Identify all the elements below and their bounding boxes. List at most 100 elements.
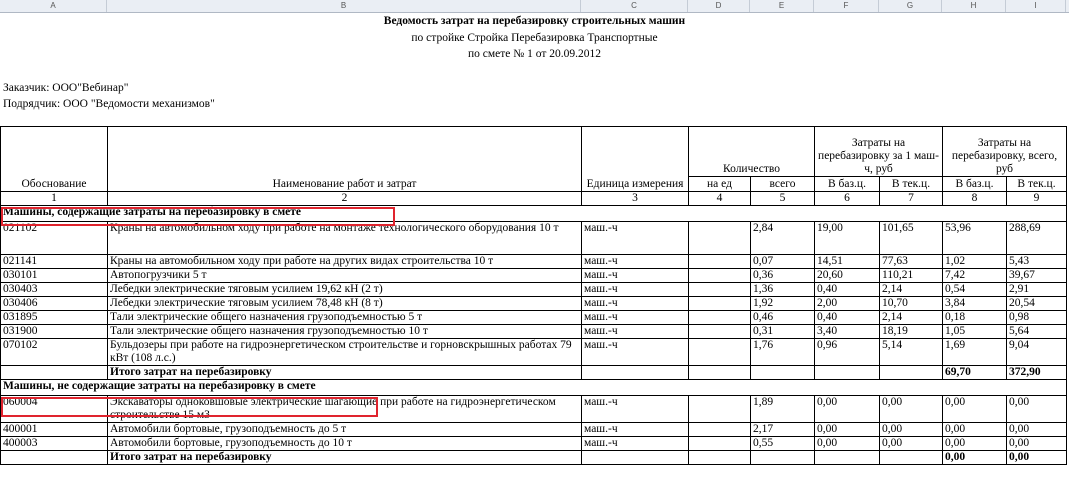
- column-number-cell[interactable]: 6: [814, 191, 880, 206]
- name-cell[interactable]: Бульдозеры при работе на гидроэнергетиче…: [107, 338, 582, 366]
- unit-cell[interactable]: маш.-ч: [581, 436, 689, 451]
- qty-total-cell[interactable]: 0,07: [750, 254, 815, 269]
- unit-cell[interactable]: маш.-ч: [581, 310, 689, 325]
- unit-cell[interactable]: маш.-ч: [581, 268, 689, 283]
- cost-base-per-hour-cell[interactable]: 2,00: [814, 296, 880, 311]
- cost-base-per-hour-cell[interactable]: 0,00: [814, 395, 880, 423]
- code-cell[interactable]: 400003: [0, 436, 108, 451]
- qty-total-cell[interactable]: 1,89: [750, 395, 815, 423]
- total-empty-cell[interactable]: [879, 365, 943, 380]
- column-number-cell[interactable]: 2: [107, 191, 582, 206]
- unit-cell[interactable]: маш.-ч: [581, 282, 689, 297]
- qty-per-unit-cell[interactable]: [688, 254, 751, 269]
- qty-per-unit-cell[interactable]: [688, 422, 751, 437]
- name-cell[interactable]: Автомобили бортовые, грузоподъемность до…: [107, 436, 582, 451]
- code-cell[interactable]: 031895: [0, 310, 108, 325]
- cost-current-total-cell[interactable]: 20,54: [1006, 296, 1067, 311]
- cost-base-per-hour-cell[interactable]: 3,40: [814, 324, 880, 339]
- qty-total-cell[interactable]: 2,17: [750, 422, 815, 437]
- column-letter-f[interactable]: F: [814, 0, 879, 12]
- name-cell[interactable]: Автомобили бортовые, грузоподъемность до…: [107, 422, 582, 437]
- total-label-cell[interactable]: Итого затрат на перебазировку: [107, 450, 582, 465]
- column-letter-a[interactable]: A: [0, 0, 107, 12]
- column-letter-h[interactable]: H: [942, 0, 1006, 12]
- column-letter-b[interactable]: B: [107, 0, 581, 12]
- cost-base-per-hour-cell[interactable]: 14,51: [814, 254, 880, 269]
- unit-cell[interactable]: маш.-ч: [581, 338, 689, 366]
- qty-per-unit-cell[interactable]: [688, 310, 751, 325]
- cost-current-total-cell[interactable]: 288,69: [1006, 221, 1067, 255]
- column-number-cell[interactable]: 7: [879, 191, 943, 206]
- cost-current-total-cell[interactable]: 0,00: [1006, 436, 1067, 451]
- unit-cell[interactable]: маш.-ч: [581, 221, 689, 255]
- column-letter-e[interactable]: E: [750, 0, 814, 12]
- code-cell[interactable]: 030406: [0, 296, 108, 311]
- qty-per-unit-cell[interactable]: [688, 282, 751, 297]
- cost-current-total-cell[interactable]: 0,98: [1006, 310, 1067, 325]
- name-cell[interactable]: Краны на автомобильном ходу при работе н…: [107, 254, 582, 269]
- cost-base-total-cell[interactable]: 0,18: [942, 310, 1007, 325]
- section-heading[interactable]: Машины, содержащие затраты на перебазиро…: [0, 205, 1067, 222]
- total-empty-cell[interactable]: [581, 450, 689, 465]
- column-letter-g[interactable]: G: [879, 0, 942, 12]
- name-cell[interactable]: Лебедки электрические тяговым усилием 19…: [107, 282, 582, 297]
- unit-cell[interactable]: маш.-ч: [581, 395, 689, 423]
- qty-per-unit-cell[interactable]: [688, 296, 751, 311]
- total-empty-cell[interactable]: [750, 365, 815, 380]
- qty-total-cell[interactable]: 1,92: [750, 296, 815, 311]
- name-cell[interactable]: Тали электрические общего назначения гру…: [107, 324, 582, 339]
- cost-current-per-hour-cell[interactable]: 77,63: [879, 254, 943, 269]
- name-cell[interactable]: Тали электрические общего назначения гру…: [107, 310, 582, 325]
- cost-base-total-cell[interactable]: 7,42: [942, 268, 1007, 283]
- cost-base-per-hour-cell[interactable]: 0,40: [814, 310, 880, 325]
- code-cell[interactable]: 021102: [0, 221, 108, 255]
- cost-base-total-cell[interactable]: 0,54: [942, 282, 1007, 297]
- qty-per-unit-cell[interactable]: [688, 338, 751, 366]
- code-cell[interactable]: 030101: [0, 268, 108, 283]
- code-cell[interactable]: 030403: [0, 282, 108, 297]
- column-number-cell[interactable]: 4: [688, 191, 751, 206]
- total-empty-cell[interactable]: [688, 450, 751, 465]
- total-empty-cell[interactable]: [750, 450, 815, 465]
- name-cell[interactable]: Лебедки электрические тяговым усилием 78…: [107, 296, 582, 311]
- name-cell[interactable]: Экскаваторы одноковшовые электрические ш…: [107, 395, 582, 423]
- qty-total-cell[interactable]: 0,46: [750, 310, 815, 325]
- total-base-cell[interactable]: 0,00: [942, 450, 1007, 465]
- cost-base-per-hour-cell[interactable]: 20,60: [814, 268, 880, 283]
- cost-current-total-cell[interactable]: 39,67: [1006, 268, 1067, 283]
- qty-per-unit-cell[interactable]: [688, 324, 751, 339]
- cost-base-total-cell[interactable]: 0,00: [942, 422, 1007, 437]
- unit-cell[interactable]: маш.-ч: [581, 324, 689, 339]
- cost-base-per-hour-cell[interactable]: 0,40: [814, 282, 880, 297]
- qty-total-cell[interactable]: 0,55: [750, 436, 815, 451]
- total-code-cell[interactable]: [0, 365, 108, 380]
- cost-current-per-hour-cell[interactable]: 101,65: [879, 221, 943, 255]
- column-letter-i[interactable]: I: [1006, 0, 1066, 12]
- cost-base-per-hour-cell[interactable]: 0,96: [814, 338, 880, 366]
- cost-current-per-hour-cell[interactable]: 0,00: [879, 422, 943, 437]
- cost-base-total-cell[interactable]: 1,05: [942, 324, 1007, 339]
- qty-per-unit-cell[interactable]: [688, 395, 751, 423]
- column-number-cell[interactable]: 1: [0, 191, 108, 206]
- cost-base-total-cell[interactable]: 1,02: [942, 254, 1007, 269]
- column-letter-d[interactable]: D: [688, 0, 750, 12]
- code-cell[interactable]: 060004: [0, 395, 108, 423]
- cost-base-per-hour-cell[interactable]: 0,00: [814, 436, 880, 451]
- column-number-cell[interactable]: 3: [581, 191, 689, 206]
- cost-current-per-hour-cell[interactable]: 18,19: [879, 324, 943, 339]
- code-cell[interactable]: 021141: [0, 254, 108, 269]
- cost-base-total-cell[interactable]: 53,96: [942, 221, 1007, 255]
- qty-per-unit-cell[interactable]: [688, 221, 751, 255]
- unit-cell[interactable]: маш.-ч: [581, 254, 689, 269]
- cost-base-total-cell[interactable]: 0,00: [942, 395, 1007, 423]
- code-cell[interactable]: 031900: [0, 324, 108, 339]
- cost-base-total-cell[interactable]: 3,84: [942, 296, 1007, 311]
- qty-per-unit-cell[interactable]: [688, 268, 751, 283]
- cost-base-total-cell[interactable]: 1,69: [942, 338, 1007, 366]
- cost-current-total-cell[interactable]: 2,91: [1006, 282, 1067, 297]
- cost-current-per-hour-cell[interactable]: 110,21: [879, 268, 943, 283]
- total-current-cell[interactable]: 372,90: [1006, 365, 1067, 380]
- qty-per-unit-cell[interactable]: [688, 436, 751, 451]
- qty-total-cell[interactable]: 0,31: [750, 324, 815, 339]
- unit-cell[interactable]: маш.-ч: [581, 296, 689, 311]
